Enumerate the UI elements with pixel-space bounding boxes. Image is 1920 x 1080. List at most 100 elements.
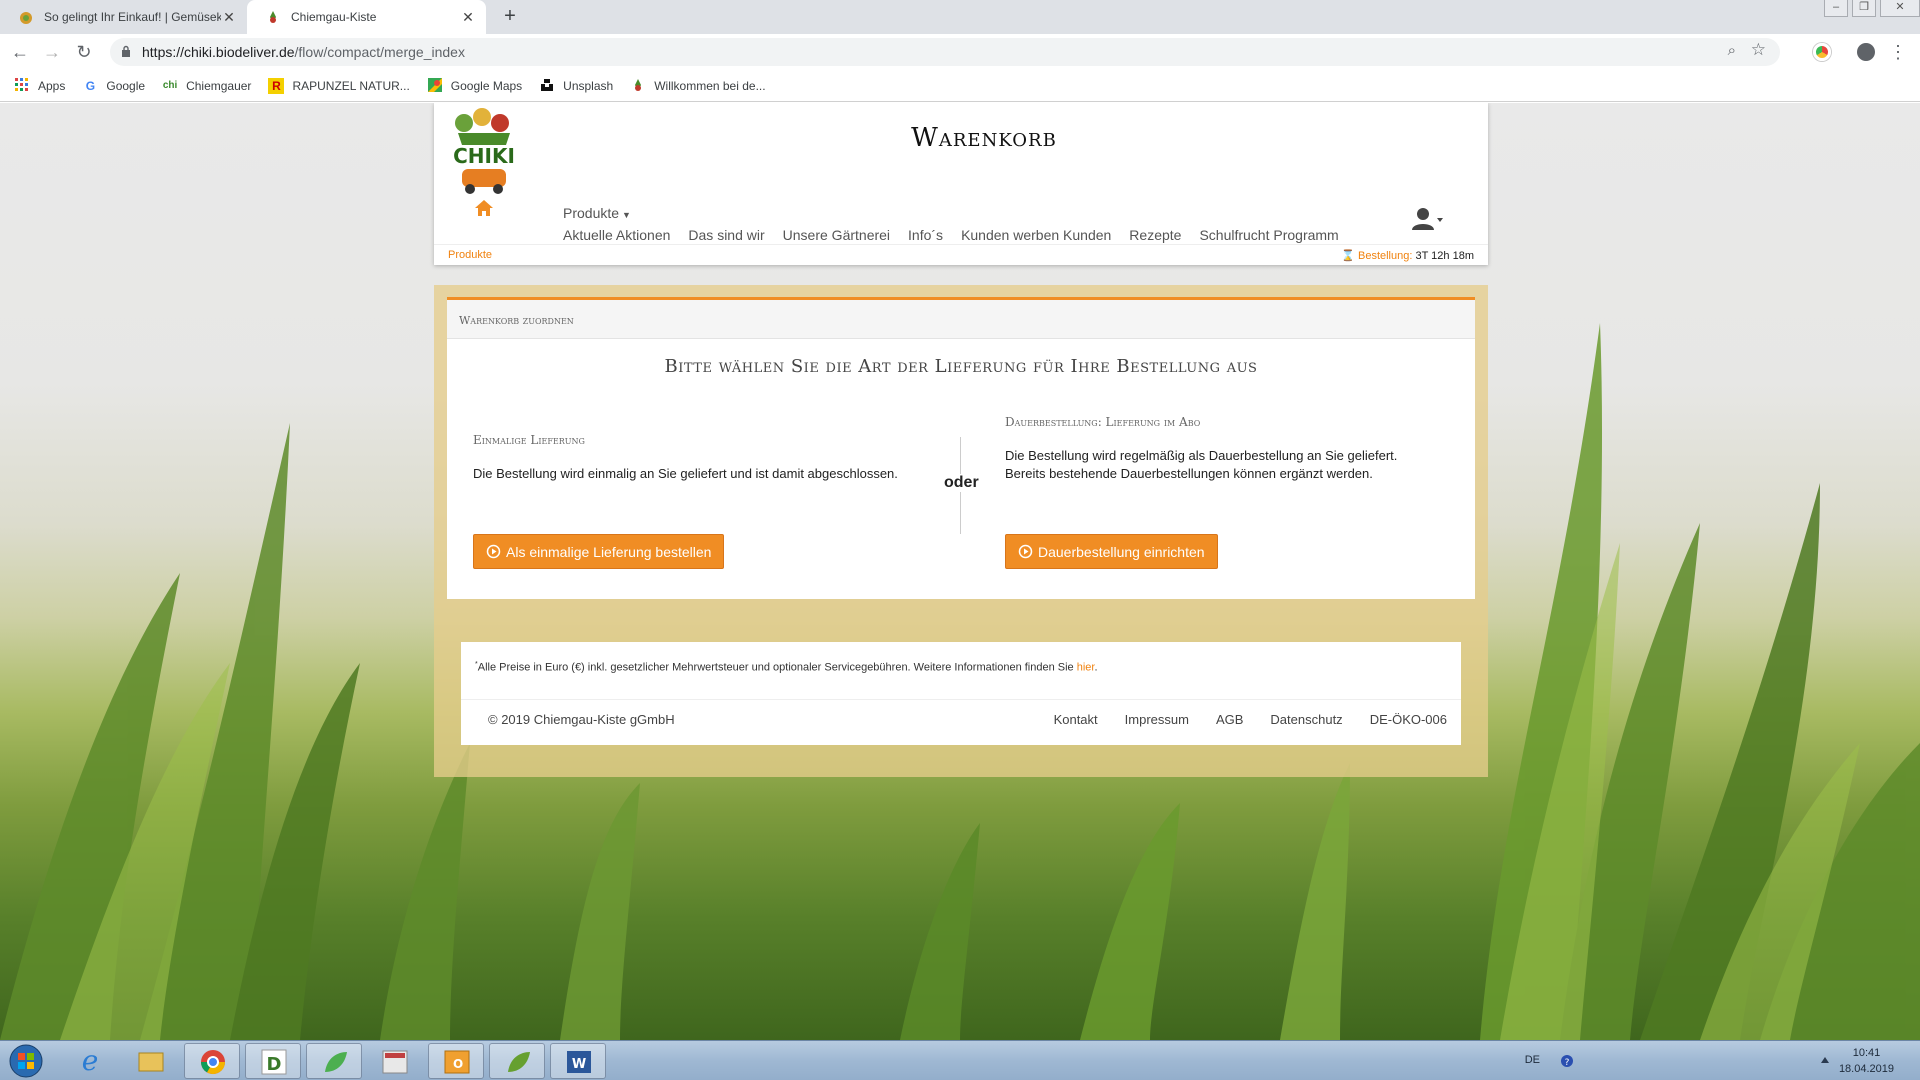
option-description: Die Bestellung wird einmalig an Sie geli… xyxy=(473,466,898,481)
bookmark-google-maps[interactable]: Google Maps xyxy=(427,77,522,94)
restore-icon[interactable]: ❐ xyxy=(1852,0,1876,17)
taskbar-chrome-icon[interactable] xyxy=(184,1043,240,1079)
bookmark-rapunzel[interactable]: R RAPUNZEL NATUR... xyxy=(268,77,410,94)
profile-icon[interactable] xyxy=(1857,43,1875,61)
chiki-logo[interactable]: CHIKI xyxy=(448,105,520,197)
countdown-label: Bestellung: xyxy=(1357,250,1413,262)
minimize-icon[interactable]: – xyxy=(1824,0,1848,17)
tab-title: So gelingt Ihr Einkauf! | Gemüsek xyxy=(44,10,221,24)
setup-subscription-button[interactable]: Dauerbestellung einrichten xyxy=(1005,534,1218,569)
bookmark-chiemgauer[interactable]: chi Chiemgauer xyxy=(162,78,252,94)
option-title: Einmalige Lieferung xyxy=(473,433,585,447)
footer-divider xyxy=(461,699,1461,700)
unsplash-icon xyxy=(539,78,555,94)
footer-links: Kontakt Impressum AGB Datenschutz DE-ÖKO… xyxy=(1027,712,1447,727)
nav-infos[interactable]: Info´s xyxy=(908,227,943,243)
extension-icon[interactable] xyxy=(1813,43,1831,61)
nav-rezepte[interactable]: Rezepte xyxy=(1129,227,1181,243)
breadcrumb-produkte[interactable]: Produkte xyxy=(448,249,492,261)
delivery-choice-card: Warenkorb zuordnen Bitte wählen Sie die … xyxy=(447,297,1475,599)
nav-das-sind-wir[interactable]: Das sind wir xyxy=(688,227,764,243)
tab-chiemgau-kiste[interactable]: Chiemgau-Kiste ✕ xyxy=(247,0,486,34)
info-link[interactable]: hier xyxy=(1077,662,1095,674)
maps-icon xyxy=(427,77,443,94)
clock-time: 10:41 xyxy=(1852,1047,1881,1059)
system-clock[interactable]: 10:41 18.04.2019 xyxy=(1839,1045,1894,1077)
nav-kunden-werben-kunden[interactable]: Kunden werben Kunden xyxy=(961,227,1111,243)
main-nav: Aktuelle Aktionen Das sind wir Unsere Gä… xyxy=(563,227,1357,243)
footer-link-oeko[interactable]: DE-ÖKO-006 xyxy=(1370,712,1447,727)
footer-link-kontakt[interactable]: Kontakt xyxy=(1054,712,1098,727)
button-label: Als einmalige Lieferung bestellen xyxy=(506,543,712,560)
nav-schulfrucht-programm[interactable]: Schulfrucht Programm xyxy=(1199,227,1338,243)
separator-oder: oder xyxy=(944,474,979,492)
user-account-icon[interactable] xyxy=(1410,207,1444,231)
nav-aktuelle-aktionen[interactable]: Aktuelle Aktionen xyxy=(563,227,670,243)
reload-icon[interactable]: ↻ xyxy=(72,40,96,64)
tab-strip: So gelingt Ihr Einkauf! | Gemüsek ✕ Chie… xyxy=(0,0,1920,34)
bookmark-star-icon[interactable]: ☆ xyxy=(1751,40,1766,60)
chiki-icon xyxy=(630,78,646,94)
close-tab-icon[interactable]: ✕ xyxy=(460,9,476,26)
bookmark-willkommen[interactable]: Willkommen bei de... xyxy=(630,78,766,94)
taskbar-ie-icon[interactable]: e xyxy=(62,1043,118,1079)
bookmark-unsplash[interactable]: Unsplash xyxy=(539,78,613,94)
lock-icon xyxy=(122,45,130,57)
window-controls: – ❐ ✕ xyxy=(1820,0,1920,18)
address-bar[interactable]: https://chiki.biodeliver.de/flow/compact… xyxy=(110,38,1780,66)
taskbar-app-leaf-icon[interactable] xyxy=(489,1043,545,1079)
show-hidden-icons-icon[interactable] xyxy=(1820,1055,1830,1065)
nav-unsere-gaertnerei[interactable]: Unsere Gärtnerei xyxy=(783,227,890,243)
language-indicator[interactable]: DE xyxy=(1525,1054,1540,1066)
start-button-icon[interactable] xyxy=(6,1043,46,1079)
tab-gemuese[interactable]: So gelingt Ihr Einkauf! | Gemüsek ✕ xyxy=(0,0,247,34)
svg-text:e: e xyxy=(82,1044,99,1077)
nav-produkte-dropdown[interactable]: Produkte ▼ xyxy=(563,205,631,221)
close-tab-icon[interactable]: ✕ xyxy=(221,9,237,26)
url-text: https://chiki.biodeliver.de/flow/compact… xyxy=(142,44,465,60)
order-countdown: ⌛ Bestellung: 3T 12h 18m xyxy=(1341,249,1474,262)
close-window-icon[interactable]: ✕ xyxy=(1880,0,1920,17)
zoom-icon[interactable]: ⌕ xyxy=(1728,42,1736,59)
tab-favicon-icon xyxy=(18,9,34,25)
play-circle-icon xyxy=(486,544,501,559)
taskbar-app-leaf-icon[interactable] xyxy=(306,1043,362,1079)
page-viewport: CHIKI Warenkorb Produkte ▼ Aktuelle Aktio… xyxy=(0,103,1920,1040)
option-description-line2: Bereits bestehende Dauerbestellungen kön… xyxy=(1005,466,1373,481)
taskbar-calculator-icon[interactable] xyxy=(367,1043,423,1079)
home-icon[interactable] xyxy=(474,199,494,217)
option-title: Dauerbestellung: Lieferung im Abo xyxy=(1005,415,1201,429)
back-arrow-icon[interactable]: ← xyxy=(8,40,32,64)
site-header: CHIKI Warenkorb Produkte ▼ Aktuelle Aktio… xyxy=(434,103,1488,265)
forward-arrow-icon[interactable]: → xyxy=(40,40,64,64)
taskbar-explorer-icon[interactable] xyxy=(123,1043,179,1079)
browser-toolbar: ← → ↻ https://chiki.biodeliver.de/flow/c… xyxy=(0,34,1920,70)
bookmark-apps[interactable]: Apps xyxy=(14,77,65,94)
footer-link-impressum[interactable]: Impressum xyxy=(1125,712,1189,727)
clock-date: 18.04.2019 xyxy=(1838,1063,1894,1075)
new-tab-button[interactable]: + xyxy=(498,4,522,28)
option-single-delivery: Einmalige Lieferung Die Bestellung wird … xyxy=(473,433,933,483)
button-label: Dauerbestellung einrichten xyxy=(1038,543,1205,560)
taskbar-outlook-icon[interactable]: O xyxy=(428,1043,484,1079)
price-note-end: . xyxy=(1094,661,1098,674)
bookmark-label: RAPUNZEL NATUR... xyxy=(292,78,410,93)
google-icon: G xyxy=(85,78,96,93)
help-icon[interactable]: ? xyxy=(1560,1054,1574,1068)
taskbar-app-d-icon[interactable]: D xyxy=(245,1043,301,1079)
option-subscription: Dauerbestellung: Lieferung im Abo Die Be… xyxy=(1005,415,1445,483)
menu-kebab-icon[interactable]: ⋮ xyxy=(1886,40,1910,64)
price-note-text: Alle Preise in Euro (€) inkl. gesetzlich… xyxy=(477,661,1077,674)
svg-text:CHIKI: CHIKI xyxy=(453,144,515,168)
footer-link-datenschutz[interactable]: Datenschutz xyxy=(1270,712,1342,727)
bookmark-google[interactable]: G Google xyxy=(82,78,145,94)
footer-link-agb[interactable]: AGB xyxy=(1216,712,1243,727)
order-single-delivery-button[interactable]: Als einmalige Lieferung bestellen xyxy=(473,534,725,569)
card-header: Warenkorb zuordnen xyxy=(447,300,1475,339)
windows-taskbar: e D O W DE ? 10:41 18.04.2019 xyxy=(0,1040,1920,1080)
card-title: Bitte wählen Sie die Art der Lieferung f… xyxy=(664,356,1258,377)
caret-down-icon: ▼ xyxy=(622,210,631,220)
bookmark-label: Willkommen bei de... xyxy=(654,78,766,93)
system-tray: DE ? 10:41 18.04.2019 xyxy=(1500,1041,1920,1080)
taskbar-word-icon[interactable]: W xyxy=(550,1043,606,1079)
